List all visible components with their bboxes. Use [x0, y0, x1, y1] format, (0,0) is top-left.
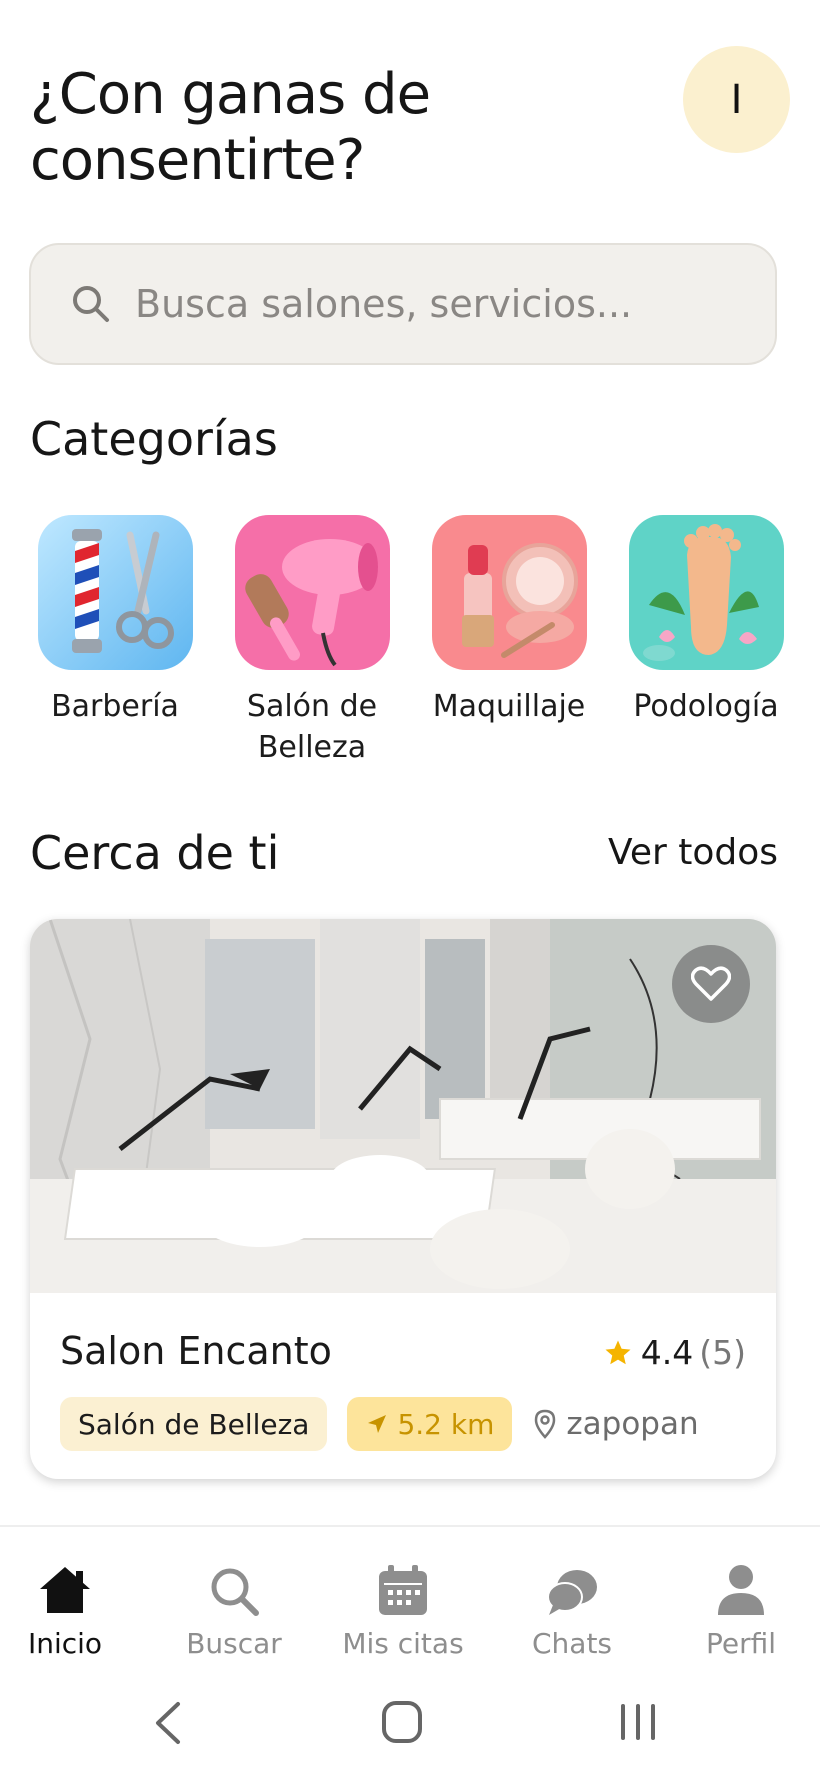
categories-list: Barbería Salón de Belleza Maquillaje Pod… — [37, 515, 820, 765]
category-label: Podología — [633, 689, 779, 724]
system-back-button[interactable] — [150, 1700, 184, 1750]
location-info: zapopan — [534, 1406, 699, 1442]
salon-rating: 4.4 (5) — [603, 1333, 746, 1372]
location-pin-icon — [535, 1409, 556, 1439]
barber-pole-icon — [37, 515, 193, 670]
favorite-button[interactable] — [672, 945, 750, 1023]
category-label: Barbería — [51, 689, 179, 724]
home-square-icon — [382, 1701, 422, 1743]
star-icon — [605, 1340, 631, 1364]
calendar-icon — [379, 1565, 427, 1615]
category-salon-de-belleza[interactable]: Salón de Belleza — [234, 515, 390, 768]
nav-label: Mis citas — [342, 1627, 464, 1660]
salon-card[interactable]: Salon Encanto 4.4 (5) Salón de Belleza 5… — [30, 919, 776, 1479]
avatar-initial: I — [730, 76, 743, 123]
search-input[interactable]: Busca salones, servicios... — [29, 243, 777, 365]
location-text: zapopan — [566, 1406, 699, 1442]
header: ¿Con ganas de consentirte? I — [30, 46, 790, 194]
category-barberia[interactable]: Barbería — [37, 515, 193, 727]
foot-icon — [628, 515, 784, 670]
category-maquillaje[interactable]: Maquillaje — [431, 515, 587, 727]
rating-count: (5) — [699, 1333, 746, 1372]
nav-inicio[interactable]: Inicio — [0, 1557, 130, 1660]
rating-value: 4.4 — [640, 1333, 694, 1372]
system-navigation-bar — [0, 1680, 820, 1777]
nav-label: Inicio — [27, 1627, 103, 1660]
nav-label: Perfil — [705, 1627, 777, 1660]
navigation-arrow-icon — [368, 1415, 387, 1433]
nav-buscar[interactable]: Buscar — [169, 1557, 299, 1660]
makeup-icon — [431, 515, 587, 670]
search-icon — [211, 1568, 259, 1616]
avatar[interactable]: I — [683, 46, 790, 153]
home-icon — [40, 1567, 90, 1613]
distance-value: 5.2 km — [397, 1407, 495, 1441]
back-chevron-icon — [156, 1702, 180, 1744]
nav-label: Chats — [531, 1627, 613, 1660]
nearby-title: Cerca de ti — [30, 826, 280, 880]
category-label: Salón de Belleza — [246, 689, 378, 765]
heart-icon — [691, 966, 731, 1001]
nav-label: Buscar — [186, 1627, 282, 1660]
nav-mis-citas[interactable]: Mis citas — [338, 1557, 468, 1660]
system-recents-button[interactable] — [618, 1700, 658, 1748]
salon-name: Salon Encanto — [60, 1329, 332, 1373]
category-label: Maquillaje — [432, 689, 586, 724]
category-badge: Salón de Belleza — [60, 1397, 328, 1451]
distance-badge: 5.2 km — [347, 1397, 513, 1451]
greeting-title: ¿Con ganas de consentirte? — [30, 62, 431, 193]
search-icon — [73, 286, 109, 322]
bottom-navigation: Inicio Buscar Mis citas Chats Perfil — [0, 1525, 820, 1660]
salon-tags: Salón de Belleza 5.2 km zapopan — [60, 1397, 699, 1451]
hair-dryer-icon — [234, 515, 390, 670]
system-home-button[interactable] — [381, 1700, 423, 1748]
search-placeholder: Busca salones, servicios... — [135, 282, 633, 326]
nav-chats[interactable]: Chats — [507, 1557, 637, 1660]
category-podologia[interactable]: Podología — [628, 515, 784, 727]
chat-icon — [547, 1570, 597, 1615]
salon-photo — [30, 919, 776, 1294]
user-icon — [718, 1565, 764, 1615]
recents-icon — [621, 1704, 655, 1740]
categories-title: Categorías — [30, 412, 278, 466]
see-all-link[interactable]: Ver todos — [608, 832, 778, 873]
nav-perfil[interactable]: Perfil — [676, 1557, 806, 1660]
